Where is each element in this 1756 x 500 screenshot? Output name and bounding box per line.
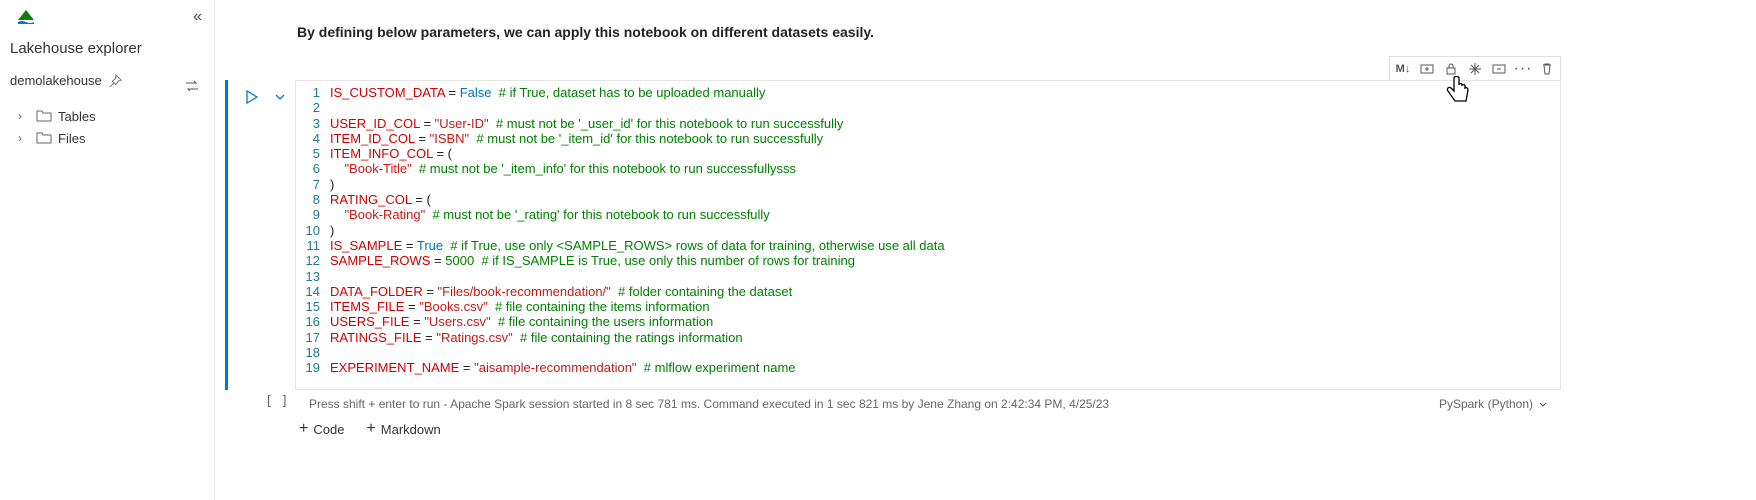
collapse-sidebar-icon[interactable]: «	[193, 8, 202, 26]
cell-status-bar: Press shift + enter to run - Apache Spar…	[295, 392, 1561, 416]
tree-item-files[interactable]: › Files	[18, 130, 214, 146]
add-code-button[interactable]: +Code	[299, 420, 344, 438]
lakehouse-logo-icon	[16, 6, 36, 26]
lock-button[interactable]	[1441, 59, 1461, 79]
swap-icon[interactable]	[184, 78, 200, 94]
folder-icon	[36, 130, 52, 146]
delete-cell-button[interactable]	[1537, 59, 1557, 79]
plus-icon: +	[366, 420, 375, 438]
add-cell-below-button[interactable]	[1489, 59, 1509, 79]
tree-label: Tables	[58, 109, 96, 124]
lakehouse-name: demolakehouse	[10, 73, 102, 88]
code-editor[interactable]: 1IS_CUSTOM_DATA = False # if True, datas…	[295, 80, 1561, 390]
execution-count: [ ]	[265, 394, 288, 409]
freeze-button[interactable]	[1465, 59, 1485, 79]
chevron-right-icon: ›	[18, 109, 30, 123]
folder-icon	[36, 108, 52, 124]
markdown-description: By defining below parameters, we can app…	[297, 24, 1756, 40]
markdown-toggle-button[interactable]: M↓	[1393, 59, 1413, 79]
add-buttons: +Code +Markdown	[299, 420, 441, 438]
active-cell-marker	[225, 80, 228, 390]
cell-toolbar: M↓ ···	[1389, 56, 1561, 82]
chevron-down-icon[interactable]	[273, 90, 287, 104]
run-cell-button[interactable]	[245, 90, 259, 104]
sidebar: « Lakehouse explorer demolakehouse › Tab…	[0, 0, 215, 500]
status-text: Press shift + enter to run - Apache Spar…	[309, 397, 1109, 411]
language-selector[interactable]: PySpark (Python)	[1439, 397, 1549, 411]
notebook-main: By defining below parameters, we can app…	[215, 0, 1756, 500]
tree-label: Files	[58, 131, 85, 146]
explorer-title: Lakehouse explorer	[10, 40, 214, 57]
chevron-right-icon: ›	[18, 131, 30, 145]
tree-item-tables[interactable]: › Tables	[18, 108, 214, 124]
plus-icon: +	[299, 420, 308, 438]
add-cell-above-button[interactable]	[1417, 59, 1437, 79]
add-markdown-button[interactable]: +Markdown	[366, 420, 440, 438]
pin-icon[interactable]	[108, 74, 122, 88]
more-actions-button[interactable]: ···	[1513, 59, 1533, 79]
